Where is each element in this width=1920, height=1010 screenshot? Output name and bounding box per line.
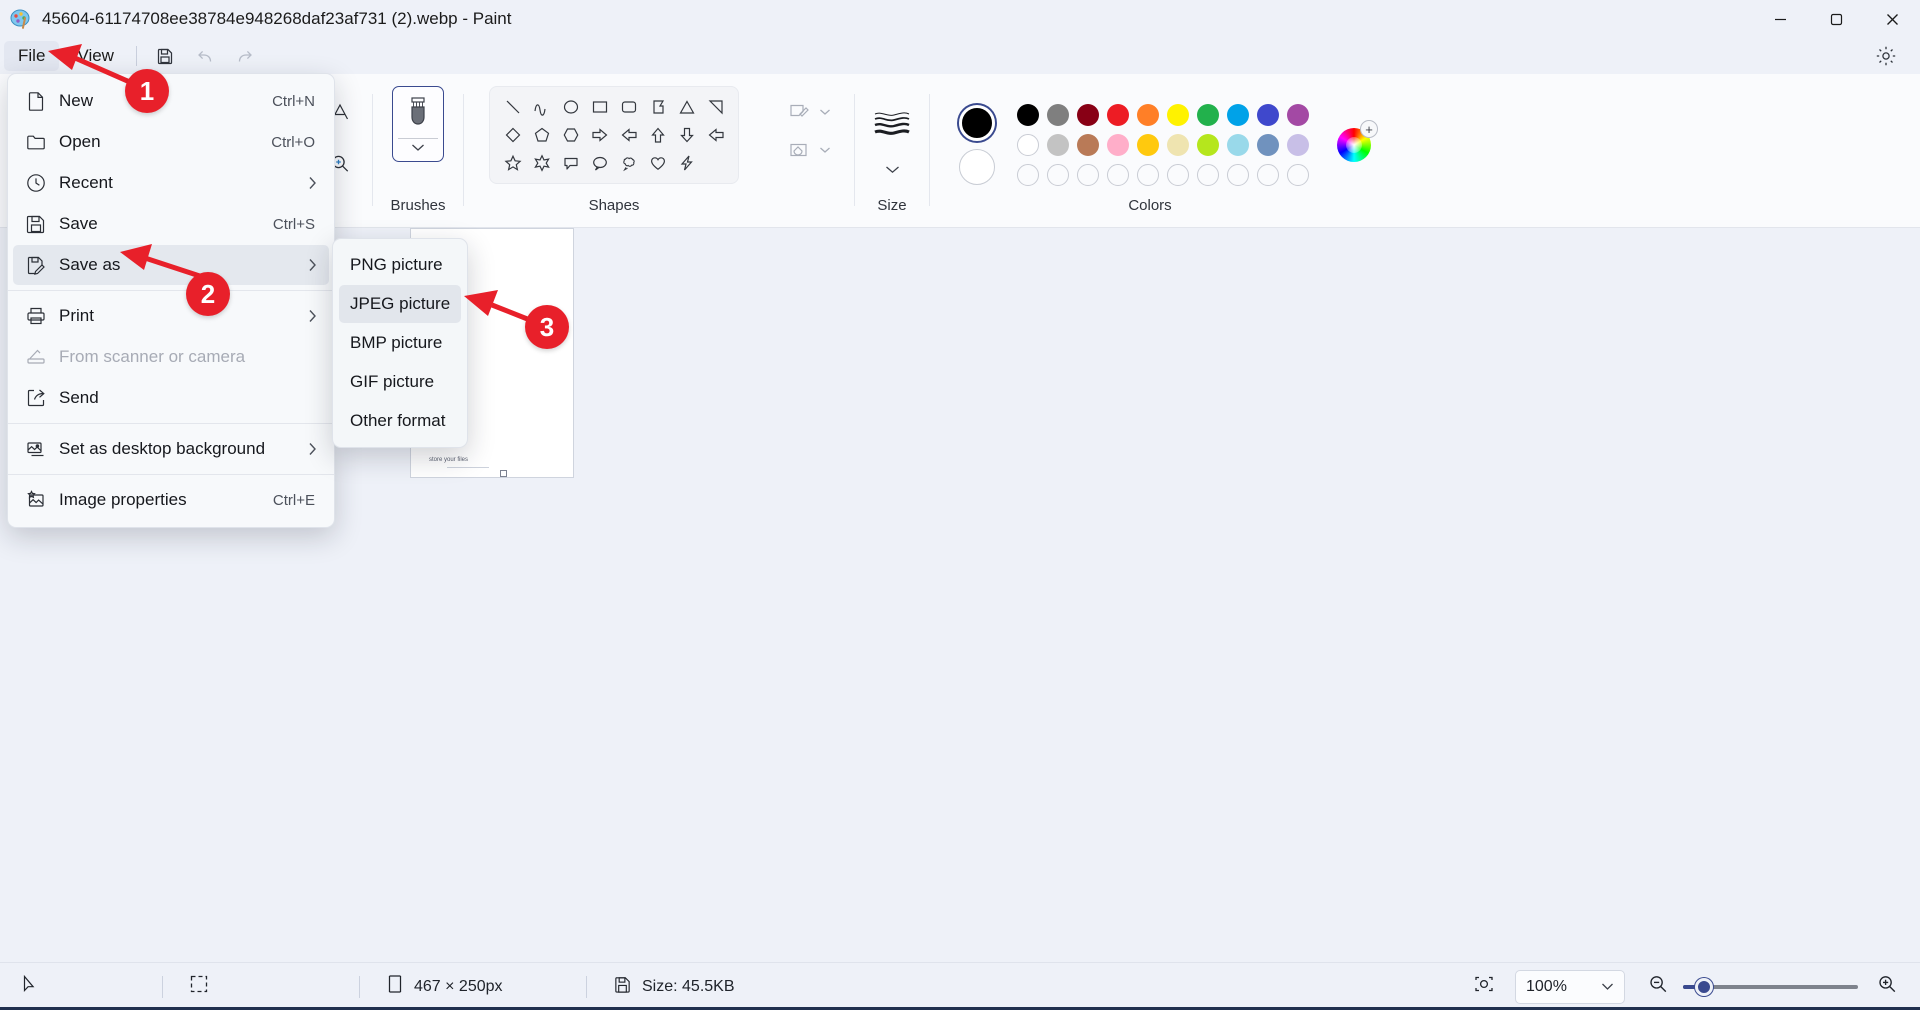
annotation-arrows xyxy=(0,0,1920,1010)
annotation-badge-1: 1 xyxy=(125,69,169,113)
annotation-number: 1 xyxy=(140,76,154,107)
annotation-badge-2: 2 xyxy=(186,272,230,316)
annotation-number: 3 xyxy=(540,312,554,343)
annotation-badge-3: 3 xyxy=(525,305,569,349)
paint-window: 45604-61174708ee38784e948268daf23af731 (… xyxy=(0,0,1920,1010)
annotation-number: 2 xyxy=(201,279,215,310)
